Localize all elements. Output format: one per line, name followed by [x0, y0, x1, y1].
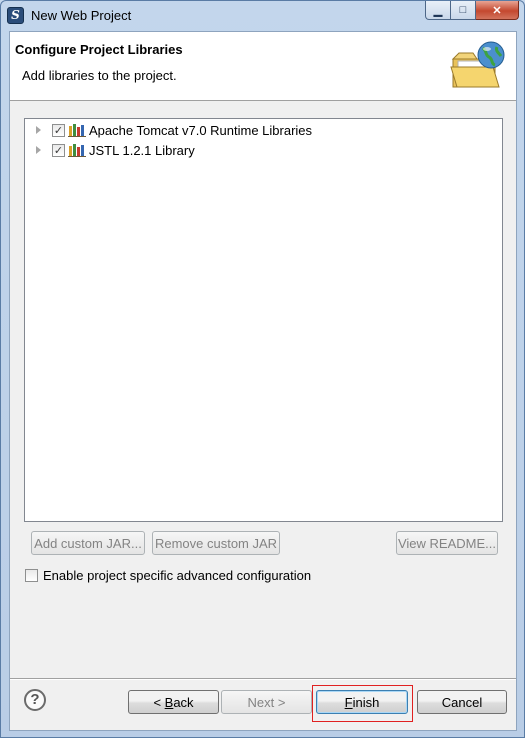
advanced-config-row[interactable]: Enable project specific advanced configu…: [25, 568, 311, 583]
window-controls: ▁ □ ✕: [425, 1, 519, 21]
library-checkbox[interactable]: ✓: [52, 123, 65, 137]
cancel-button[interactable]: Cancel: [417, 690, 507, 714]
page-title: Configure Project Libraries: [15, 42, 183, 57]
library-label: Apache Tomcat v7.0 Runtime Libraries: [89, 122, 313, 138]
close-button[interactable]: ✕: [476, 1, 519, 20]
app-logo-icon: S: [7, 7, 24, 24]
maximize-button[interactable]: □: [451, 1, 476, 20]
advanced-config-checkbox[interactable]: [25, 569, 38, 582]
advanced-config-label: Enable project specific advanced configu…: [43, 568, 312, 583]
dialog-body: Configure Project Libraries Add librarie…: [9, 31, 517, 731]
wizard-banner: Configure Project Libraries Add librarie…: [10, 32, 516, 101]
libraries-tree[interactable]: ✓ Apache Tomcat v7.0 Runtime Libraries ✓: [24, 118, 503, 522]
library-label: JSTL 1.2.1 Library: [89, 142, 195, 158]
window-title: New Web Project: [31, 8, 132, 23]
expand-arrow-icon[interactable]: [36, 146, 41, 154]
back-button[interactable]: < Back: [128, 690, 219, 714]
folder-globe-icon: [450, 41, 505, 88]
add-custom-jar-button[interactable]: Add custom JAR...: [31, 531, 145, 555]
finish-highlight: [312, 685, 413, 722]
expand-arrow-icon[interactable]: [36, 126, 41, 134]
back-rest: ack: [173, 694, 194, 710]
minimize-button[interactable]: ▁: [425, 1, 451, 20]
next-button[interactable]: Next >: [221, 690, 312, 714]
page-description: Add libraries to the project.: [22, 68, 177, 83]
footer-separator: [10, 678, 516, 680]
library-item-tomcat[interactable]: ✓ Apache Tomcat v7.0 Runtime Libraries: [25, 120, 502, 140]
library-item-jstl[interactable]: ✓ JSTL 1.2.1 Library: [25, 140, 502, 160]
view-readme-button[interactable]: View README...: [396, 531, 498, 555]
back-prefix: <: [153, 694, 165, 710]
library-icon: [68, 144, 86, 157]
help-icon[interactable]: ?: [24, 689, 46, 711]
back-mnemonic: B: [164, 694, 174, 710]
library-checkbox[interactable]: ✓: [52, 143, 65, 157]
library-icon: [68, 124, 86, 137]
dialog-window: S New Web Project ▁ □ ✕ Configure Projec…: [0, 0, 525, 738]
title-bar[interactable]: S New Web Project ▁ □ ✕: [1, 1, 524, 31]
remove-custom-jar-button[interactable]: Remove custom JAR: [152, 531, 280, 555]
